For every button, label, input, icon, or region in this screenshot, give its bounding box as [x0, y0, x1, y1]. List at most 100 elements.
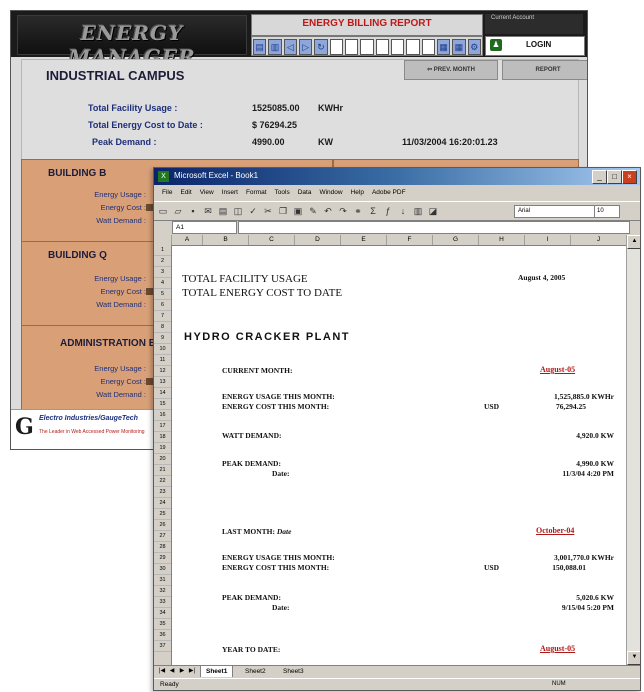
- row-header[interactable]: 17: [154, 421, 171, 432]
- row-header[interactable]: 31: [154, 575, 171, 586]
- prev-sheet-icon[interactable]: ◀: [168, 667, 176, 676]
- login-button[interactable]: ♟ LOGIN: [485, 36, 585, 56]
- row-header[interactable]: 19: [154, 443, 171, 454]
- menu-tools[interactable]: Tools: [275, 189, 290, 196]
- paste-icon[interactable]: ▣: [292, 205, 304, 217]
- chart-wizard-icon[interactable]: ▥: [412, 205, 424, 217]
- toolbar-slot-6[interactable]: [406, 39, 420, 55]
- column-header[interactable]: F: [387, 235, 433, 245]
- sheet-tab-sheet3[interactable]: Sheet3: [278, 666, 309, 677]
- menu-file[interactable]: File: [162, 189, 172, 196]
- menu-insert[interactable]: Insert: [222, 189, 238, 196]
- back-icon[interactable]: ◁: [283, 39, 297, 55]
- toolbar-slot-2[interactable]: [344, 39, 359, 55]
- row-header[interactable]: 35: [154, 619, 171, 630]
- row-header[interactable]: 25: [154, 509, 171, 520]
- maximize-button[interactable]: □: [607, 170, 622, 184]
- row-header[interactable]: 14: [154, 388, 171, 399]
- row-header[interactable]: 27: [154, 531, 171, 542]
- row-header[interactable]: 29: [154, 553, 171, 564]
- sheet-tab-sheet1[interactable]: Sheet1: [200, 666, 234, 677]
- row-header[interactable]: 32: [154, 586, 171, 597]
- close-button[interactable]: ×: [622, 170, 637, 184]
- chart-icon[interactable]: ▥: [268, 39, 282, 55]
- table-icon[interactable]: ▦: [452, 39, 466, 55]
- row-header[interactable]: 3: [154, 267, 171, 278]
- ytd-link[interactable]: August-05: [540, 644, 575, 653]
- email-icon[interactable]: ✉: [202, 205, 214, 217]
- name-box[interactable]: A1: [172, 221, 237, 234]
- first-sheet-icon[interactable]: |◀: [158, 667, 166, 676]
- function-icon[interactable]: ƒ: [382, 205, 394, 217]
- menu-view[interactable]: View: [200, 189, 214, 196]
- footer-company[interactable]: Electro Industries/GaugeTech: [39, 415, 138, 422]
- column-header[interactable]: C: [249, 235, 295, 245]
- row-header[interactable]: 33: [154, 597, 171, 608]
- refresh-icon[interactable]: ↻: [314, 39, 328, 55]
- column-header[interactable]: G: [433, 235, 479, 245]
- column-header[interactable]: H: [479, 235, 525, 245]
- column-header[interactable]: B: [203, 235, 249, 245]
- scroll-down-icon[interactable]: ▼: [627, 651, 640, 665]
- toolbar-slot-1[interactable]: [329, 39, 343, 55]
- menu-window[interactable]: Window: [319, 189, 342, 196]
- font-select[interactable]: Arial: [514, 205, 595, 218]
- row-header[interactable]: 18: [154, 432, 171, 443]
- menu-help[interactable]: Help: [351, 189, 364, 196]
- menu-adobe-pdf[interactable]: Adobe PDF: [372, 189, 406, 196]
- print-icon[interactable]: ▤: [253, 39, 267, 55]
- last-sheet-icon[interactable]: ▶|: [188, 667, 196, 676]
- row-header[interactable]: 15: [154, 399, 171, 410]
- column-header[interactable]: A: [172, 235, 203, 245]
- redo-icon[interactable]: ↷: [337, 205, 349, 217]
- row-header[interactable]: 36: [154, 630, 171, 641]
- scroll-up-icon[interactable]: ▲: [627, 235, 640, 249]
- prev-month-button[interactable]: ⇦ PREV. MONTH: [404, 60, 498, 80]
- row-header[interactable]: 5: [154, 289, 171, 300]
- row-header[interactable]: 26: [154, 520, 171, 531]
- forward-icon[interactable]: ▷: [298, 39, 313, 55]
- column-header[interactable]: D: [295, 235, 341, 245]
- toolbar-slot-4[interactable]: [375, 39, 389, 55]
- toolbar-slot-5[interactable]: [390, 39, 405, 55]
- menu-edit[interactable]: Edit: [180, 189, 191, 196]
- row-header[interactable]: 23: [154, 487, 171, 498]
- toolbar-slot-7[interactable]: [421, 39, 435, 55]
- select-all-corner[interactable]: [154, 235, 172, 245]
- row-header[interactable]: 21: [154, 465, 171, 476]
- row-header[interactable]: 9: [154, 333, 171, 344]
- new-file-icon[interactable]: ▭: [157, 205, 169, 217]
- minimize-button[interactable]: _: [592, 170, 607, 184]
- open-folder-icon[interactable]: ▱: [172, 205, 184, 217]
- row-header[interactable]: 6: [154, 300, 171, 311]
- save-icon[interactable]: ▪: [187, 205, 199, 217]
- sheet-tab-sheet2[interactable]: Sheet2: [240, 666, 271, 677]
- hyperlink-icon[interactable]: ⚭: [352, 205, 364, 217]
- print-icon[interactable]: ▤: [217, 205, 229, 217]
- row-header[interactable]: 8: [154, 322, 171, 333]
- report-button[interactable]: REPORT: [502, 60, 587, 80]
- row-header[interactable]: 16: [154, 410, 171, 421]
- formula-input[interactable]: [238, 221, 630, 234]
- row-header[interactable]: 10: [154, 344, 171, 355]
- row-header[interactable]: 34: [154, 608, 171, 619]
- row-header[interactable]: 22: [154, 476, 171, 487]
- format-painter-icon[interactable]: ✎: [307, 205, 319, 217]
- column-header[interactable]: E: [341, 235, 387, 245]
- menu-data[interactable]: Data: [298, 189, 312, 196]
- row-header[interactable]: 37: [154, 641, 171, 652]
- print-preview-icon[interactable]: ◫: [232, 205, 244, 217]
- row-header[interactable]: 1: [154, 245, 171, 256]
- undo-icon[interactable]: ↶: [322, 205, 334, 217]
- row-header[interactable]: 2: [154, 256, 171, 267]
- toolbar-slot-3[interactable]: [360, 39, 374, 55]
- excel-titlebar[interactable]: X Microsoft Excel - Book1 _ □ ×: [154, 168, 640, 185]
- row-header[interactable]: 12: [154, 366, 171, 377]
- current-month-link[interactable]: August-05: [540, 365, 575, 374]
- vertical-scrollbar[interactable]: ▲ ▼: [626, 235, 640, 665]
- sort-ascending-icon[interactable]: ↓: [397, 205, 409, 217]
- row-header[interactable]: 30: [154, 564, 171, 575]
- autosum-icon[interactable]: Σ: [367, 205, 379, 217]
- row-header[interactable]: 24: [154, 498, 171, 509]
- spelling-icon[interactable]: ✓: [247, 205, 259, 217]
